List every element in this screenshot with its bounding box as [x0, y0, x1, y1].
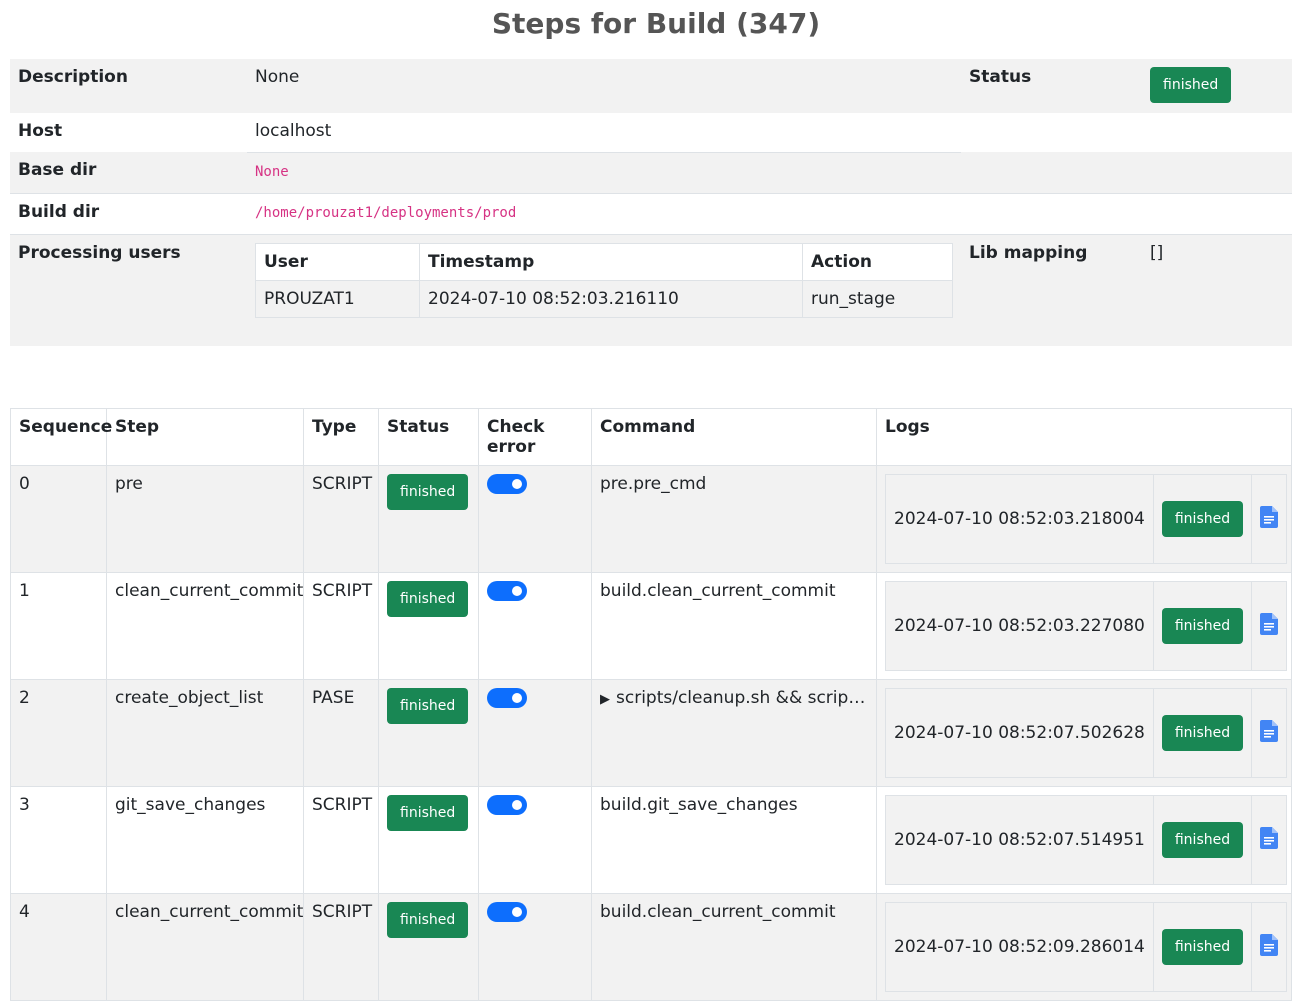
page-title: Steps for Build (347): [491, 7, 821, 40]
table-row: 2 create_object_list PASE finished ▶ scri…: [10, 679, 1292, 787]
command-cell: build.clean_current_commit: [591, 572, 877, 680]
lib-mapping-value: []: [1150, 242, 1164, 263]
table-row: 0 pre SCRIPT finished pre.pre_cmd 2024-0…: [10, 465, 1292, 573]
log-status-badge: finished: [1161, 608, 1244, 644]
sequence-cell: 0: [10, 465, 107, 573]
log-entry: 2024-07-10 08:52:09.286014 finished: [885, 902, 1288, 992]
description-label: Description: [18, 67, 128, 87]
command-details-toggle[interactable]: ▶ scripts/cleanup.sh && scripts ...: [600, 688, 868, 708]
log-entry: 2024-07-10 08:52:07.514951 finished: [885, 795, 1288, 885]
check-error-toggle[interactable]: [487, 688, 527, 708]
type-cell: SCRIPT: [303, 465, 379, 573]
step-cell: create_object_list: [106, 679, 304, 787]
command-cell: build.clean_current_commit: [591, 893, 877, 1001]
type-cell: SCRIPT: [303, 572, 379, 680]
step-status-badge: finished: [387, 581, 469, 617]
sequence-cell: 3: [10, 786, 107, 894]
log-status-badge: finished: [1161, 929, 1244, 965]
command-cell: build.git_save_changes: [591, 786, 877, 894]
step-status-badge: finished: [387, 795, 469, 831]
log-entry: 2024-07-10 08:52:07.502628 finished: [885, 688, 1288, 778]
check-error-toggle[interactable]: [487, 581, 527, 601]
table-row: 3 git_save_changes SCRIPT finished build…: [10, 786, 1292, 894]
step-status-badge: finished: [387, 902, 469, 938]
check-error-toggle[interactable]: [487, 474, 527, 494]
build-dir-label: Build dir: [18, 201, 100, 222]
host-value: localhost: [247, 113, 961, 153]
timestamp-cell: 2024-07-10 08:52:03.216110: [419, 279, 803, 318]
log-timestamp: 2024-07-10 08:52:07.502628: [885, 688, 1154, 778]
header-logs[interactable]: Logs: [876, 408, 1292, 466]
step-status-badge: finished: [387, 688, 469, 724]
type-cell: SCRIPT: [303, 893, 379, 1001]
table-row: 4 clean_current_commit SCRIPT finished b…: [10, 893, 1292, 1001]
check-error-toggle[interactable]: [487, 902, 527, 922]
table-row: 1 clean_current_commit SCRIPT finished b…: [10, 572, 1292, 680]
step-cell: git_save_changes: [106, 786, 304, 894]
sequence-cell: 1: [10, 572, 107, 680]
header-check-error[interactable]: Check error: [478, 408, 592, 466]
log-status-badge: finished: [1161, 501, 1244, 537]
document-icon[interactable]: [1260, 933, 1279, 956]
type-cell: SCRIPT: [303, 786, 379, 894]
description-value: None: [255, 67, 300, 87]
step-cell: clean_current_commit: [106, 893, 304, 1001]
check-error-toggle[interactable]: [487, 795, 527, 815]
users-header-action: Action: [802, 242, 953, 281]
step-status-badge: finished: [387, 474, 469, 510]
log-entry: 2024-07-10 08:52:03.218004 finished: [885, 474, 1288, 564]
caret-right-icon: ▶: [600, 692, 610, 707]
document-icon[interactable]: [1260, 505, 1279, 528]
header-command[interactable]: Command: [591, 408, 877, 466]
lib-mapping-label: Lib mapping: [969, 242, 1088, 263]
table-row: PROUZAT1 2024-07-10 08:52:03.216110 run_…: [255, 279, 953, 318]
log-status-badge: finished: [1161, 822, 1244, 858]
command-cell: pre.pre_cmd: [591, 465, 877, 573]
step-cell: pre: [106, 465, 304, 573]
base-dir-label: Base dir: [18, 160, 97, 180]
build-status-badge: finished: [1150, 67, 1232, 103]
step-cell: clean_current_commit: [106, 572, 304, 680]
log-timestamp: 2024-07-10 08:52:03.227080: [885, 581, 1154, 671]
header-sequence[interactable]: Sequence: [10, 408, 112, 466]
sequence-cell: 4: [10, 893, 107, 1001]
processing-users-table: User Timestamp Action PROUZAT1 2024-07-1…: [255, 242, 953, 318]
log-timestamp: 2024-07-10 08:52:09.286014: [885, 902, 1154, 992]
users-header-timestamp: Timestamp: [419, 242, 803, 281]
processing-users-label: Processing users: [18, 242, 181, 263]
header-type[interactable]: Type: [303, 408, 379, 466]
command-summary: scripts/cleanup.sh && scripts ...: [616, 688, 868, 708]
document-icon[interactable]: [1260, 612, 1279, 635]
header-step[interactable]: Step: [106, 408, 304, 466]
log-entry: 2024-07-10 08:52:03.227080 finished: [885, 581, 1288, 671]
header-status[interactable]: Status: [378, 408, 479, 466]
type-cell: PASE: [303, 679, 379, 787]
sequence-cell: 2: [10, 679, 107, 787]
user-cell: PROUZAT1: [255, 279, 420, 318]
steps-table: Sequence Step Type Status Check error Co…: [10, 408, 1292, 1001]
action-cell: run_stage: [802, 279, 953, 318]
host-label: Host: [10, 113, 247, 152]
build-info-table: Description None Status finished Host lo…: [10, 59, 1292, 346]
document-icon[interactable]: [1260, 826, 1279, 849]
users-header-user: User: [255, 242, 420, 281]
document-icon[interactable]: [1260, 719, 1279, 742]
log-timestamp: 2024-07-10 08:52:03.218004: [885, 474, 1154, 564]
status-label: Status: [969, 67, 1032, 87]
log-timestamp: 2024-07-10 08:52:07.514951: [885, 795, 1154, 885]
build-dir-value: /home/prouzat1/deployments/prod: [255, 204, 517, 221]
log-status-badge: finished: [1161, 715, 1244, 751]
base-dir-value: None: [255, 163, 289, 180]
